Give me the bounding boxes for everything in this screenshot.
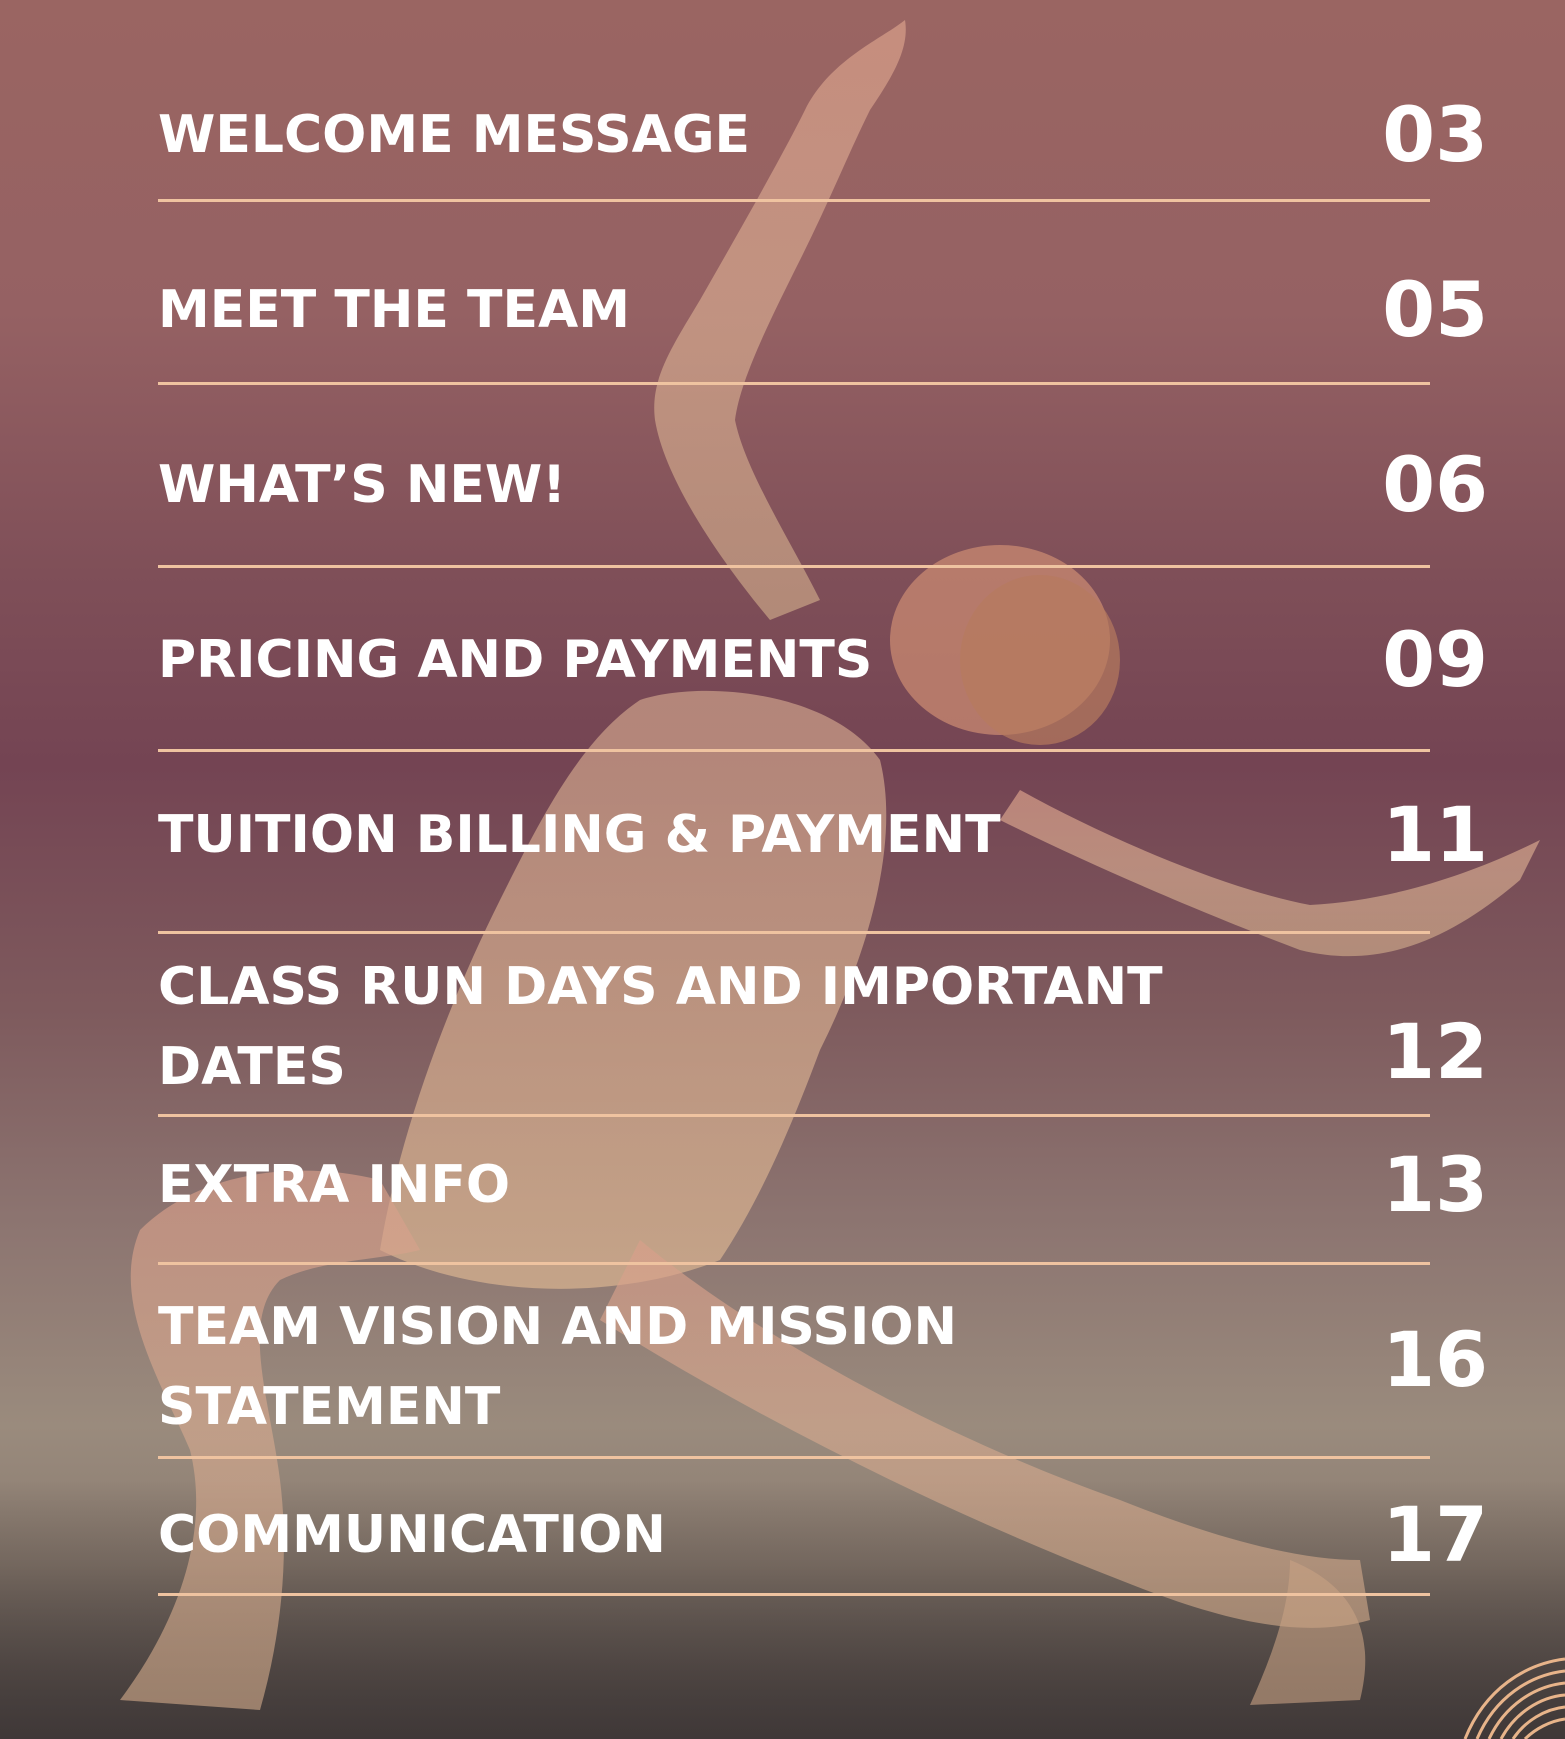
toc-divider xyxy=(158,199,1430,202)
table-of-contents: WELCOME MESSAGE 03 MEET THE TEAM 05 WHAT… xyxy=(158,0,1488,1739)
toc-item-page: 16 xyxy=(1382,1315,1488,1404)
toc-item-page: 06 xyxy=(1382,440,1488,529)
curved-lines-decoration-icon xyxy=(1463,1657,1565,1739)
toc-item-page: 03 xyxy=(1382,90,1488,179)
toc-divider xyxy=(158,565,1430,568)
toc-item-title: WELCOME MESSAGE xyxy=(158,105,751,165)
toc-item-title: WHAT’S NEW! xyxy=(158,455,566,515)
toc-item-page: 17 xyxy=(1382,1490,1488,1579)
toc-item-page: 05 xyxy=(1382,265,1488,354)
toc-item-title: MEET THE TEAM xyxy=(158,280,630,340)
toc-item-page: 11 xyxy=(1382,790,1488,879)
toc-item-page: 13 xyxy=(1382,1140,1488,1229)
toc-item-title: TEAM VISION AND MISSION STATEMENT xyxy=(158,1297,958,1437)
toc-divider xyxy=(158,1262,1430,1265)
toc-item-title: TUITION BILLING & PAYMENT xyxy=(158,805,1001,865)
toc-page: WELCOME MESSAGE 03 MEET THE TEAM 05 WHAT… xyxy=(0,0,1565,1739)
toc-divider xyxy=(158,931,1430,934)
toc-divider xyxy=(158,1456,1430,1459)
toc-divider xyxy=(158,382,1430,385)
toc-divider xyxy=(158,749,1430,752)
toc-item-page: 12 xyxy=(1382,1007,1488,1096)
toc-item-page: 09 xyxy=(1382,615,1488,704)
toc-item-title: COMMUNICATION xyxy=(158,1505,666,1565)
toc-item-title: CLASS RUN DAYS AND IMPORTANT DATES xyxy=(158,957,1163,1097)
toc-divider xyxy=(158,1114,1430,1117)
toc-divider xyxy=(158,1593,1430,1596)
toc-item-title: PRICING AND PAYMENTS xyxy=(158,630,873,690)
toc-item-title: EXTRA INFO xyxy=(158,1155,511,1215)
